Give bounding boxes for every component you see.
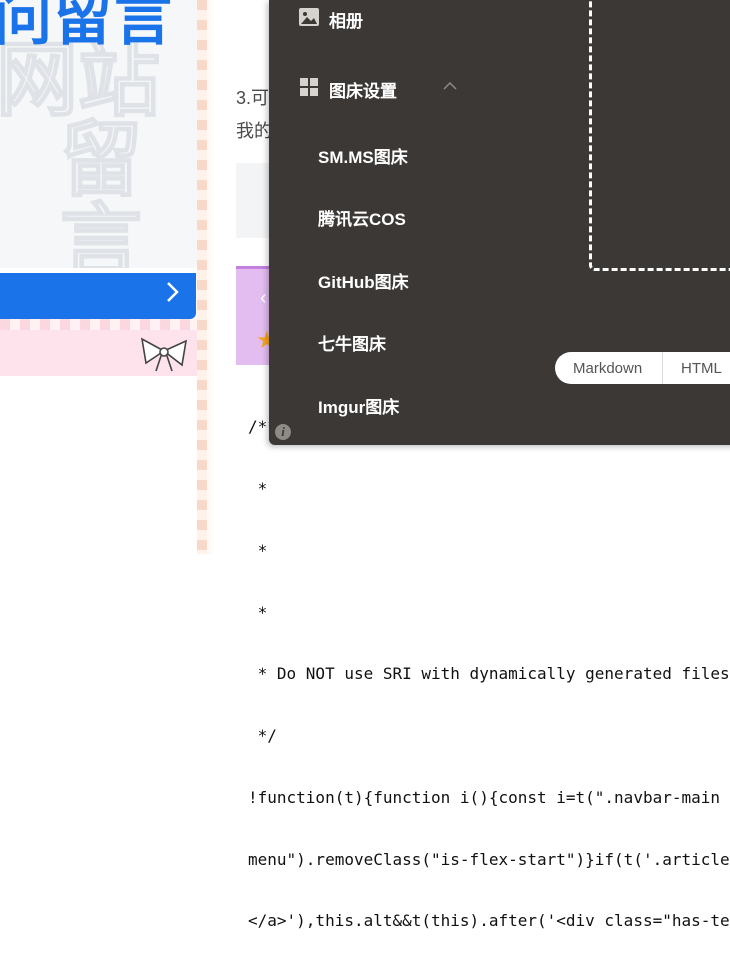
- format-option-html[interactable]: HTML: [681, 360, 722, 377]
- format-option-markdown[interactable]: Markdown: [573, 360, 642, 377]
- article-text: 3.可: [236, 88, 270, 108]
- code-line: </a>'),this.alt&&t(this).after('<div cla…: [248, 911, 730, 931]
- divider-gap: [207, 0, 213, 554]
- submenu-item-smms[interactable]: SM.MS图床: [318, 143, 408, 168]
- grid-icon: [300, 78, 318, 101]
- code-line: *: [248, 478, 268, 498]
- submenu-item-tencent-cos[interactable]: 腾讯云COS: [318, 205, 406, 230]
- banner-title: 问留言: [0, 0, 175, 52]
- info-icon[interactable]: i: [275, 424, 291, 440]
- submenu-item-github[interactable]: GitHub图床: [318, 268, 409, 293]
- next-link-bar[interactable]: [0, 273, 196, 319]
- bow-icon: [138, 333, 190, 378]
- code-line: *: [248, 540, 268, 560]
- chevron-left-icon[interactable]: ‹: [260, 287, 267, 310]
- code-block: /** * * * * Do NOT use SRI with dynamica…: [248, 376, 730, 953]
- code-line: */: [248, 726, 277, 746]
- submenu-item-qiniu[interactable]: 七牛图床: [318, 330, 386, 355]
- link-format-selector: Markdown HTML: [555, 352, 730, 384]
- banner-decoration: 留言: [59, 115, 143, 269]
- menu-item-album[interactable]: 相册: [329, 7, 363, 32]
- image-icon: [299, 8, 319, 31]
- article-text: 我的: [236, 121, 272, 141]
- decorative-border: [0, 319, 197, 330]
- code-line: *: [248, 602, 268, 622]
- code-line: menu").removeClass("is-flex-start")}if(t…: [248, 849, 730, 869]
- chevron-right-icon: [166, 280, 180, 311]
- format-separator: [662, 352, 663, 384]
- submenu-item-imgur[interactable]: Imgur图床: [318, 393, 399, 418]
- chevron-up-icon[interactable]: [443, 78, 457, 96]
- code-line: !function(t){function i(){const i=t(".na…: [248, 787, 730, 807]
- upload-drop-zone[interactable]: [589, 0, 730, 271]
- menu-item-settings[interactable]: 图床设置: [329, 77, 397, 102]
- code-line: * Do NOT use SRI with dynamically genera…: [248, 664, 730, 684]
- divider-strip: [197, 0, 207, 554]
- left-column: 网站 留言 问留言: [0, 0, 197, 554]
- banner: 网站 留言 问留言: [0, 0, 197, 268]
